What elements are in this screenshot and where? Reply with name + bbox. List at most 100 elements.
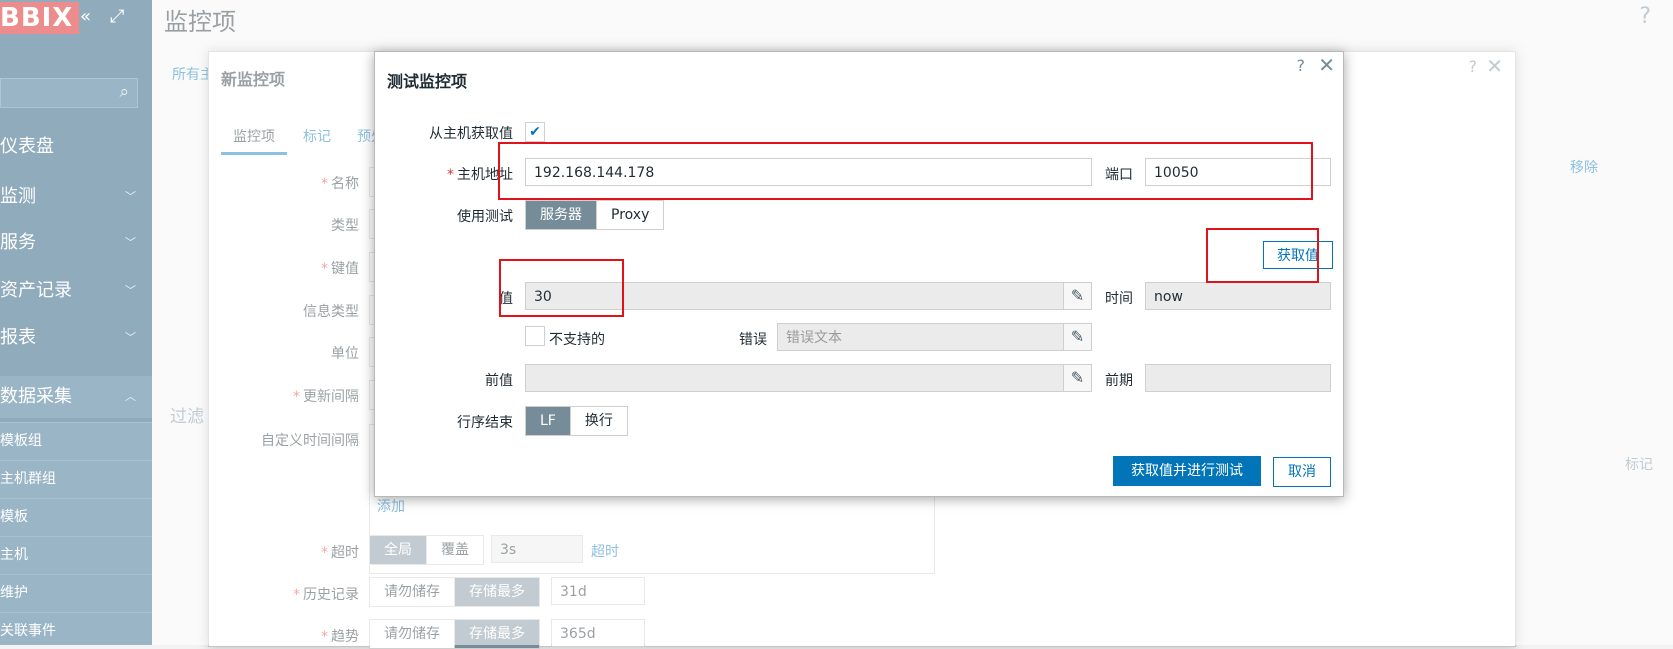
update-interval-label: * 更新间隔 bbox=[293, 389, 359, 405]
key-label: * 键值 bbox=[321, 261, 359, 277]
sidebar-subitem-hosts[interactable]: 主机 bbox=[0, 536, 152, 574]
tab-tags[interactable]: 标记 bbox=[303, 126, 331, 146]
history-no-store-option[interactable]: 请勿储存 bbox=[370, 578, 455, 606]
host-address-input[interactable]: 192.168.144.178 bbox=[525, 158, 1092, 186]
prev-value-label: 前值 bbox=[485, 373, 513, 389]
close-icon[interactable]: ✕ bbox=[1318, 53, 1335, 77]
test-item-dialog: 测试监控项 ? ✕ 从主机获取值 ✔ * 主机地址 192.168.144.178… bbox=[374, 51, 1344, 497]
sidebar-subitem-event-correlation[interactable]: 关联事件 bbox=[0, 612, 152, 645]
chevron-down-icon: ﹀ bbox=[125, 190, 136, 203]
test-via-server-option[interactable]: 服务器 bbox=[526, 201, 597, 229]
close-icon[interactable]: ✕ bbox=[1486, 54, 1503, 78]
double-chevron-left-icon[interactable]: « bbox=[80, 6, 91, 28]
sidebar-subitem-maintenance[interactable]: 维护 bbox=[0, 574, 152, 612]
trends-store-option[interactable]: 存储最多 bbox=[455, 620, 539, 648]
remove-link[interactable]: 移除 bbox=[1570, 157, 1598, 177]
value-input[interactable]: 30 bbox=[525, 282, 1064, 310]
prev-value-input[interactable] bbox=[525, 364, 1064, 392]
timeout-input[interactable]: 3s bbox=[491, 535, 583, 563]
not-supported-checkbox[interactable] bbox=[525, 326, 545, 346]
column-tags[interactable]: 标记 bbox=[1625, 454, 1653, 474]
sidebar-search-input[interactable]: ⌕ bbox=[0, 78, 138, 108]
sidebar-subitem-label: 模板 bbox=[0, 509, 28, 525]
sidebar-item-label: 监测 bbox=[0, 186, 36, 207]
trends-input[interactable]: 365d bbox=[551, 619, 645, 647]
error-input[interactable]: 错误文本 bbox=[777, 323, 1065, 351]
error-label: 错误 bbox=[739, 332, 767, 348]
chevron-down-icon: ﹀ bbox=[125, 331, 136, 344]
sidebar-item-label: 仪表盘 bbox=[0, 136, 54, 157]
timeout-link[interactable]: 超时 bbox=[591, 541, 619, 561]
search-icon[interactable]: ⌕ bbox=[119, 82, 129, 102]
chevron-down-icon: ﹀ bbox=[125, 236, 136, 249]
cancel-button[interactable]: 取消 bbox=[1273, 457, 1331, 487]
sidebar-subitem-label: 维护 bbox=[0, 585, 28, 601]
get-value-button[interactable]: 获取值 bbox=[1263, 241, 1333, 269]
sidebar-subitem-label: 主机 bbox=[0, 547, 28, 563]
sidebar-item-label: 数据采集 bbox=[0, 386, 72, 407]
prev-time-label: 前期 bbox=[1105, 373, 1133, 389]
sidebar-subitem-templates[interactable]: 模板 bbox=[0, 498, 152, 536]
eol-toggle[interactable]: LF 换行 bbox=[525, 406, 628, 436]
sidebar-item-label: 报表 bbox=[0, 327, 36, 348]
eol-lf-option[interactable]: LF bbox=[526, 407, 571, 435]
test-via-toggle[interactable]: 服务器 Proxy bbox=[525, 200, 665, 230]
eol-crlf-option[interactable]: 换行 bbox=[571, 407, 627, 435]
sidebar-item-services[interactable]: 服务 ﹀ bbox=[0, 222, 152, 264]
sidebar-subitem-host-groups[interactable]: 主机群组 bbox=[0, 460, 152, 498]
sidebar-item-label: 服务 bbox=[0, 232, 36, 253]
sidebar-subitem-label: 关联事件 bbox=[0, 623, 56, 639]
trends-no-store-option[interactable]: 请勿储存 bbox=[370, 620, 455, 648]
eol-label: 行序结束 bbox=[457, 415, 513, 431]
timeout-override-option[interactable]: 覆盖 bbox=[427, 536, 483, 564]
filter-label: 过滤 bbox=[170, 407, 204, 427]
test-via-label: 使用测试 bbox=[457, 209, 513, 225]
dialog-title: 测试监控项 bbox=[387, 72, 468, 91]
history-input[interactable]: 31d bbox=[551, 577, 645, 605]
name-label: * 名称 bbox=[321, 176, 359, 192]
test-via-proxy-option[interactable]: Proxy bbox=[597, 201, 663, 229]
trends-label: * 趋势 bbox=[321, 629, 359, 645]
add-interval-link[interactable]: 添加 bbox=[377, 496, 405, 516]
timeout-toggle[interactable]: 全局 覆盖 bbox=[369, 535, 484, 565]
help-icon[interactable]: ? bbox=[1639, 4, 1651, 29]
edit-pencil-icon[interactable]: ✎ bbox=[1063, 364, 1092, 392]
get-value-and-test-button[interactable]: 获取值并进行测试 bbox=[1113, 456, 1261, 486]
tab-item[interactable]: 监控项 bbox=[221, 126, 287, 155]
host-address-label: * 主机地址 bbox=[447, 167, 513, 183]
kiosk-mode-icon[interactable]: ⤢ bbox=[110, 6, 124, 28]
sidebar-item-reports[interactable]: 报表 ﹀ bbox=[0, 317, 152, 359]
help-icon[interactable]: ? bbox=[1297, 56, 1306, 75]
units-label: 单位 bbox=[331, 346, 359, 362]
not-supported-label: 不支持的 bbox=[549, 332, 605, 348]
sidebar-item-dashboard[interactable]: 仪表盘 bbox=[0, 126, 152, 168]
history-store-option[interactable]: 存储最多 bbox=[455, 578, 539, 606]
time-input[interactable]: now bbox=[1145, 282, 1331, 310]
port-label: 端口 bbox=[1105, 167, 1133, 183]
page-title: 监控项 bbox=[164, 8, 236, 36]
history-toggle[interactable]: 请勿储存 存储最多 bbox=[369, 577, 540, 607]
time-label: 时间 bbox=[1105, 291, 1133, 307]
timeout-label: * 超时 bbox=[321, 545, 359, 561]
custom-intervals-label: 自定义时间间隔 bbox=[261, 433, 359, 449]
value-label: 值 bbox=[499, 291, 513, 307]
checkmark-icon: ✔ bbox=[529, 124, 541, 140]
sidebar-subitem-template-groups[interactable]: 模板组 bbox=[0, 422, 152, 460]
timeout-global-option[interactable]: 全局 bbox=[370, 536, 427, 564]
get-from-host-label: 从主机获取值 bbox=[429, 126, 513, 142]
prev-time-input[interactable] bbox=[1145, 364, 1331, 392]
get-from-host-checkbox[interactable]: ✔ bbox=[525, 122, 545, 142]
dialog-title: 新监控项 bbox=[221, 70, 286, 89]
sidebar-item-inventory[interactable]: 资产记录 ﹀ bbox=[0, 270, 152, 312]
zabbix-logo[interactable]: BBIX bbox=[0, 2, 80, 34]
chevron-up-icon: ︿ bbox=[125, 390, 136, 403]
sidebar-item-label: 资产记录 bbox=[0, 280, 72, 301]
sidebar-item-monitoring[interactable]: 监测 ﹀ bbox=[0, 176, 152, 218]
edit-pencil-icon[interactable]: ✎ bbox=[1063, 323, 1092, 351]
sidebar-item-data-collection[interactable]: 数据采集 ︿ bbox=[0, 376, 152, 418]
port-input[interactable]: 10050 bbox=[1145, 158, 1331, 186]
edit-pencil-icon[interactable]: ✎ bbox=[1063, 282, 1092, 310]
sidebar-subitem-label: 模板组 bbox=[0, 433, 42, 449]
sidebar-subitem-label: 主机群组 bbox=[0, 471, 56, 487]
help-icon[interactable]: ? bbox=[1469, 57, 1478, 76]
